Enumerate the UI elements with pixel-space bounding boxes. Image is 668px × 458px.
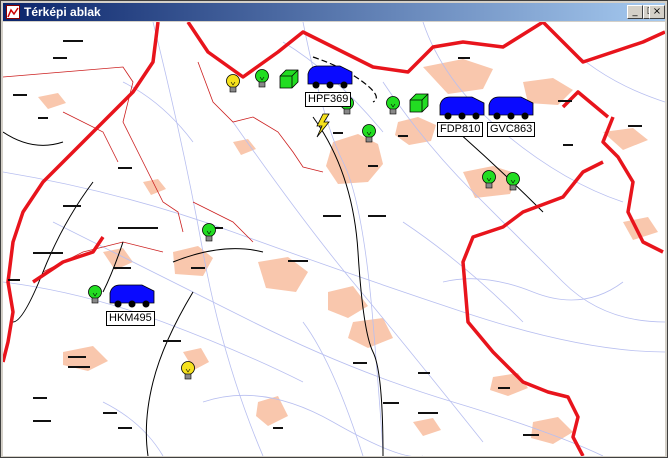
close-button[interactable]: × (649, 5, 665, 19)
title-bar[interactable]: Térképi ablak _ □ (3, 3, 665, 21)
minimize-button[interactable]: _ (627, 5, 643, 19)
cube-icon[interactable] (279, 69, 299, 89)
lightning-icon[interactable] (316, 113, 330, 138)
map-window: Térképi ablak _ □ × (0, 0, 668, 458)
bulb-icon[interactable] (386, 96, 400, 115)
bulb-icon[interactable] (202, 223, 216, 242)
vehicle-plate-label[interactable]: FDP810 (437, 122, 484, 137)
settlement-areas (38, 59, 658, 444)
bulb-icon[interactable] (181, 361, 195, 380)
bulb-icon[interactable] (226, 74, 240, 93)
map-canvas[interactable] (3, 22, 665, 456)
truck-icon[interactable] (307, 65, 353, 89)
map-view[interactable]: HPF369 FDP810 GVC863 HKM495 (3, 22, 665, 456)
district-borders (3, 61, 324, 273)
truck-icon[interactable] (109, 284, 155, 308)
window-title: Térképi ablak (24, 5, 101, 19)
cube-icon[interactable] (409, 93, 429, 113)
vehicle-plate-label[interactable]: HKM495 (106, 311, 155, 326)
window-app-icon[interactable] (6, 5, 20, 19)
truck-icon[interactable] (488, 96, 534, 120)
vehicle-plate-label[interactable]: HPF369 (305, 92, 352, 107)
bulb-icon[interactable] (88, 285, 102, 304)
bulb-icon[interactable] (255, 69, 269, 88)
vehicle-plate-label[interactable]: GVC863 (487, 122, 536, 137)
truck-icon[interactable] (439, 96, 485, 120)
